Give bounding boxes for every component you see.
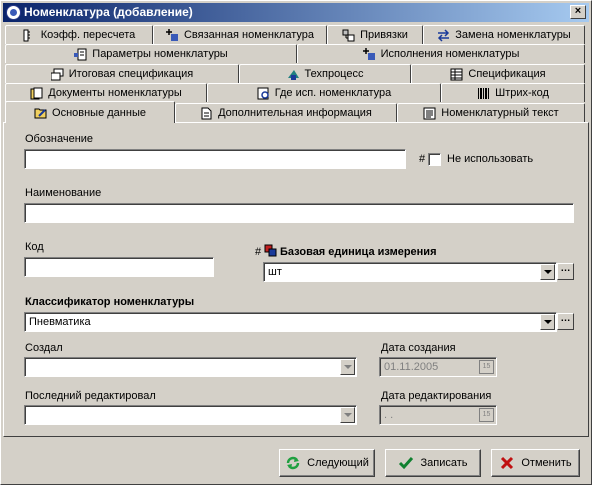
refresh-icon bbox=[285, 455, 301, 471]
created-by-label: Создал bbox=[25, 342, 63, 354]
process-icon bbox=[287, 68, 300, 81]
created-by-dropdown-button[interactable] bbox=[340, 359, 355, 375]
tab-parameters[interactable]: Параметры номенклатуры bbox=[5, 44, 297, 63]
base-unit-dropdown-button[interactable] bbox=[540, 264, 555, 280]
text-doc-icon bbox=[423, 107, 436, 120]
title-bar[interactable]: Номенклатура (добавление) × bbox=[3, 3, 589, 22]
unit-icon bbox=[264, 244, 277, 257]
where-used-icon bbox=[257, 87, 270, 100]
tab-where-used[interactable]: Где исп. номенклатура bbox=[207, 83, 441, 102]
code-field[interactable] bbox=[24, 257, 214, 277]
last-edited-dropdown-button[interactable] bbox=[340, 407, 355, 423]
hash-mark: # bbox=[419, 153, 426, 165]
base-unit-select[interactable]: шт bbox=[263, 262, 557, 282]
created-date-label: Дата создания bbox=[381, 342, 456, 354]
base-unit-browse-button[interactable]: … bbox=[557, 263, 574, 280]
tab-bindings[interactable]: Привязки bbox=[327, 25, 423, 44]
swap-arrows-icon bbox=[437, 28, 450, 42]
designation-label: Обозначение bbox=[25, 133, 94, 145]
tab-label: Основные данные bbox=[52, 106, 146, 119]
checkmark-icon bbox=[398, 455, 414, 471]
tab-label: Замена номенклатуры bbox=[455, 29, 571, 41]
name-field[interactable] bbox=[24, 203, 574, 223]
tab-total-specification[interactable]: Итоговая спецификация bbox=[5, 64, 239, 83]
tab-basic-data[interactable]: Основные данные bbox=[5, 101, 175, 123]
name-label: Наименование bbox=[25, 187, 102, 199]
last-edited-label: Последний редактировал bbox=[25, 390, 156, 402]
edit-date-calendar-icon[interactable]: 15 bbox=[479, 408, 494, 422]
save-button-label: Записать bbox=[420, 457, 468, 469]
not-use-checkbox[interactable] bbox=[428, 153, 441, 166]
tab-label: Коэфф. пересчета bbox=[40, 29, 136, 41]
tab-specification[interactable]: Спецификация bbox=[411, 64, 585, 83]
app-icon bbox=[6, 5, 21, 20]
classifier-label: Классификатор номенклатуры bbox=[25, 296, 195, 308]
plus-link-icon bbox=[362, 47, 376, 61]
tab-label: Штрих-код bbox=[495, 87, 549, 99]
tab-label: Номенклатурный текст bbox=[441, 107, 559, 119]
save-button[interactable]: Записать bbox=[385, 449, 481, 477]
plus-link-icon bbox=[165, 28, 179, 42]
code-label: Код bbox=[25, 241, 44, 253]
tab-conversion-factor[interactable]: Коэфф. пересчета bbox=[5, 25, 153, 44]
tab-related-nomenclature[interactable]: Связанная номенклатура bbox=[153, 25, 327, 44]
tab-label: Исполнения номенклатуры bbox=[380, 48, 520, 60]
not-use-label: Не использовать bbox=[447, 153, 534, 165]
tab-versions[interactable]: Исполнения номенклатуры bbox=[297, 44, 585, 63]
cancel-button-label: Отменить bbox=[521, 457, 572, 469]
tab-replacement[interactable]: Замена номенклатуры bbox=[423, 25, 585, 44]
tab-tech-process[interactable]: Техпроцесс bbox=[239, 64, 411, 83]
classifier-select[interactable]: Пневматика bbox=[24, 312, 557, 332]
tab-label: Итоговая спецификация bbox=[68, 68, 194, 80]
windows-icon bbox=[50, 68, 64, 81]
close-button[interactable]: × bbox=[570, 5, 586, 19]
created-date-calendar-icon[interactable]: 15 bbox=[479, 360, 494, 374]
tab-barcode[interactable]: Штрих-код bbox=[441, 83, 585, 102]
tab-label: Документы номенклатуры bbox=[48, 87, 182, 99]
classifier-dropdown-button[interactable] bbox=[540, 314, 555, 330]
last-edited-select[interactable] bbox=[24, 405, 357, 425]
table-icon bbox=[450, 68, 463, 81]
tab-additional-info[interactable]: Дополнительная информация bbox=[175, 103, 397, 122]
cross-icon bbox=[499, 455, 515, 471]
tab-label: Спецификация bbox=[468, 68, 546, 80]
base-unit-hash: # bbox=[255, 246, 262, 258]
tab-label: Техпроцесс bbox=[304, 68, 364, 80]
ruler-icon bbox=[23, 29, 36, 42]
tab-nomenclature-text[interactable]: Номенклатурный текст bbox=[397, 103, 585, 122]
cancel-button[interactable]: Отменить bbox=[491, 449, 580, 477]
window-title: Номенклатура (добавление) bbox=[24, 5, 193, 19]
edit-date-label: Дата редактирования bbox=[381, 390, 492, 402]
documents-icon bbox=[30, 87, 43, 100]
base-unit-label: Базовая единица измерения bbox=[280, 246, 437, 258]
classifier-browse-button[interactable]: … bbox=[557, 313, 574, 330]
dialog-window: Номенклатура (добавление) × Коэфф. перес… bbox=[0, 0, 592, 485]
tab-label: Привязки bbox=[360, 29, 408, 41]
tab-label: Связанная номенклатура bbox=[183, 29, 314, 41]
parameters-icon bbox=[74, 48, 87, 61]
tab-label: Где исп. номенклатура bbox=[274, 87, 392, 99]
binding-icon bbox=[342, 29, 355, 42]
created-by-select[interactable] bbox=[24, 357, 357, 377]
folder-edit-icon bbox=[34, 106, 47, 119]
tab-label: Параметры номенклатуры bbox=[92, 48, 228, 60]
barcode-icon bbox=[477, 87, 490, 100]
designation-field[interactable] bbox=[24, 149, 406, 169]
document-icon bbox=[200, 107, 213, 120]
tab-documents[interactable]: Документы номенклатуры bbox=[5, 83, 207, 102]
next-button-label: Следующий bbox=[307, 457, 369, 469]
tab-label: Дополнительная информация bbox=[218, 107, 372, 119]
next-button[interactable]: Следующий bbox=[279, 449, 375, 477]
